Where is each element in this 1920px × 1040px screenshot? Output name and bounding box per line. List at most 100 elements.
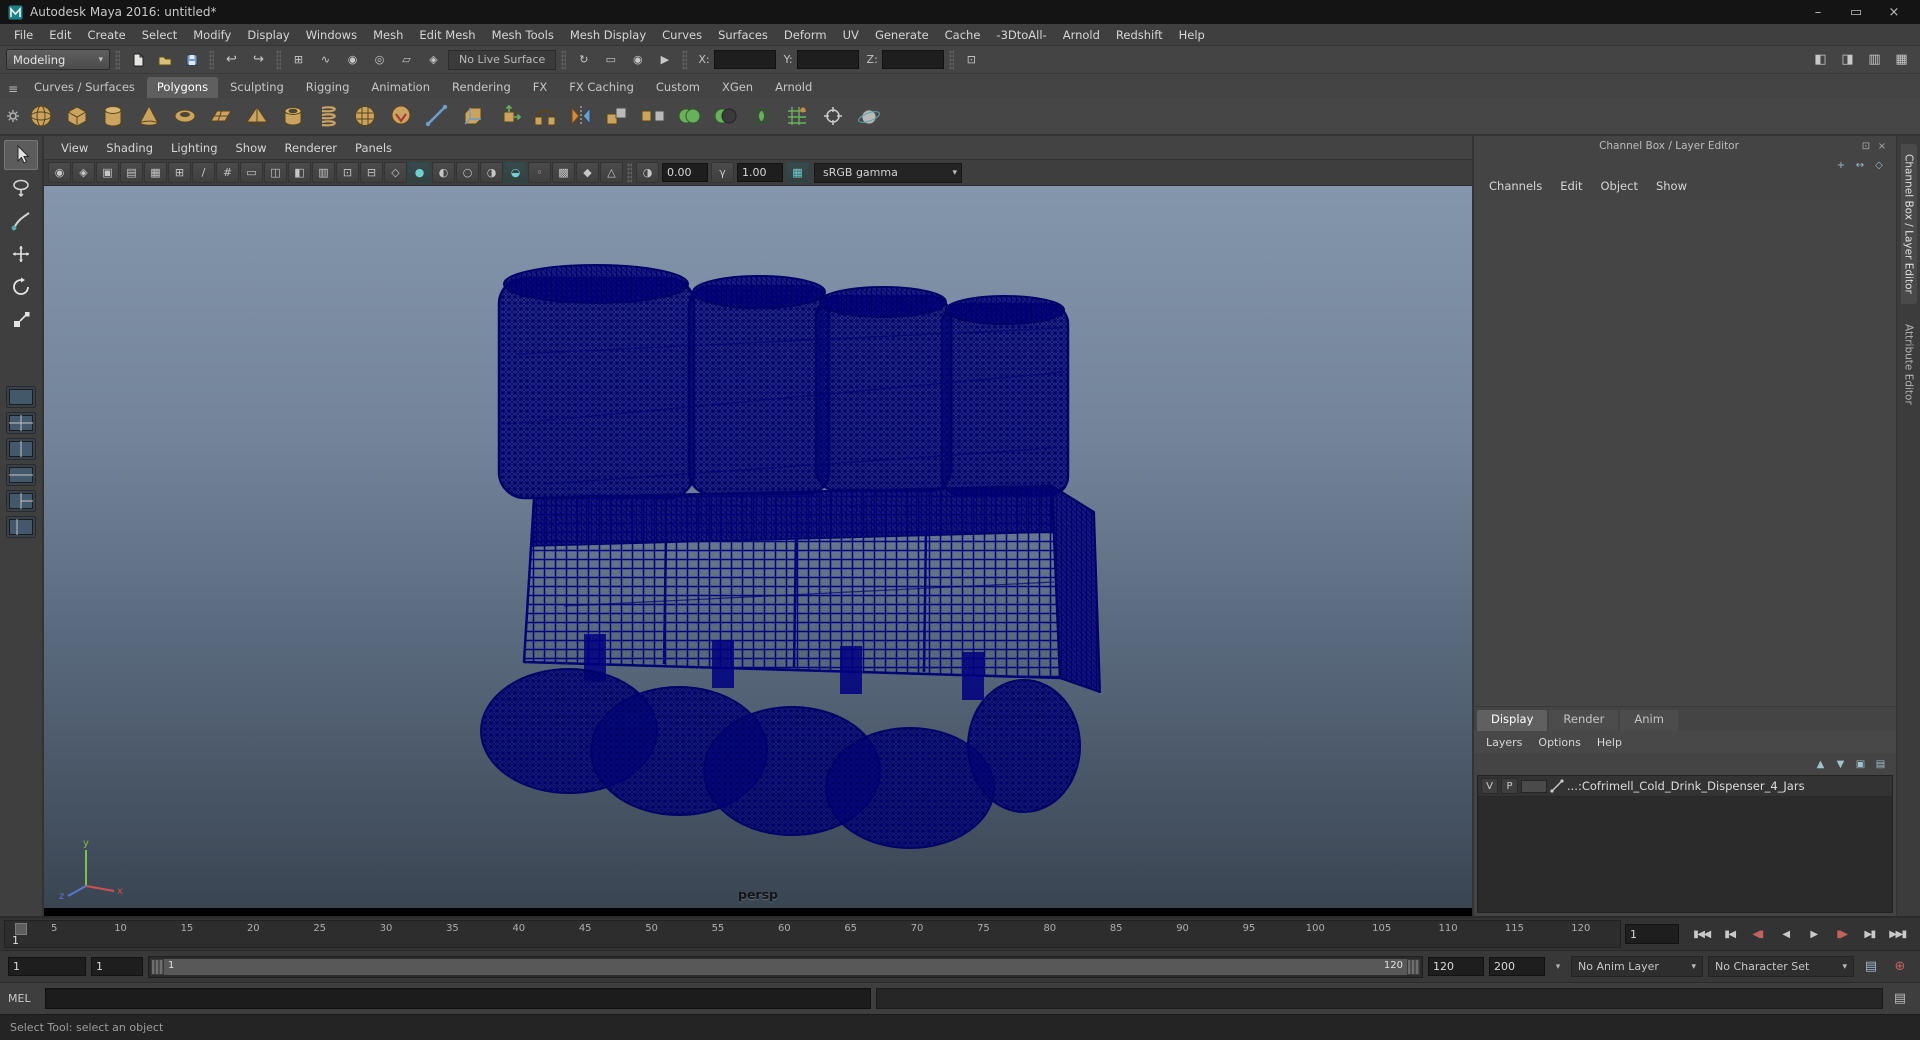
character-set-icon[interactable]: ⊕	[1888, 956, 1912, 978]
make-live-button[interactable]: ◈	[421, 49, 446, 71]
snap-to-point-button[interactable]: ◉	[340, 49, 365, 71]
boolean-difference-button[interactable]	[708, 99, 742, 133]
safe-title-icon[interactable]: ⊟	[360, 162, 383, 183]
toggle-channel-box-button[interactable]: ▦	[1889, 49, 1914, 71]
layer-editor-menu-item[interactable]: Options	[1530, 736, 1588, 749]
menubar-item[interactable]: Display	[239, 28, 297, 42]
layout-single-pane-button[interactable]	[6, 386, 36, 408]
field-chart-icon[interactable]: ▥	[312, 162, 335, 183]
command-input[interactable]	[45, 988, 871, 1009]
layer-list[interactable]: V P ...:Cofrimell_Cold_Drink_Dispenser_4…	[1477, 775, 1893, 913]
x-coordinate-field[interactable]	[713, 50, 776, 69]
poly-cone-button[interactable]	[132, 99, 166, 133]
poly-plane-button[interactable]	[204, 99, 238, 133]
new-layer-from-selected-icon[interactable]: ▤	[1873, 759, 1888, 770]
textured-mode-icon[interactable]: ◐	[432, 162, 455, 183]
move-tool-button[interactable]	[4, 239, 38, 269]
smooth-shade-icon[interactable]: ●	[408, 162, 431, 183]
gamma-field[interactable]	[737, 163, 783, 182]
range-bar[interactable]	[151, 958, 1420, 975]
isolate-select-icon[interactable]: △	[600, 162, 623, 183]
quick-render-button[interactable]: ◉	[625, 49, 650, 71]
menubar-item[interactable]: Mesh Display	[562, 28, 654, 42]
shadows-icon[interactable]: ◑	[480, 162, 503, 183]
redo-button[interactable]: ↪	[246, 49, 271, 71]
wireframe-mode-icon[interactable]: ◇	[384, 162, 407, 183]
panel-menu-item[interactable]: Renderer	[276, 141, 347, 155]
shelf-tab-polygons[interactable]: Polygons	[146, 77, 219, 98]
play-backwards-button[interactable]: ◀	[1773, 929, 1798, 940]
step-forward-frame-button[interactable]: ▶▮	[1857, 929, 1882, 940]
shelf-editor-gear-icon[interactable]	[4, 107, 22, 125]
menubar-item[interactable]: Deform	[776, 28, 835, 42]
current-frame-field[interactable]	[1625, 924, 1679, 944]
ipr-render-button[interactable]: ▶	[652, 49, 677, 71]
tab-anim-layers[interactable]: Anim	[1620, 710, 1678, 731]
tab-render-layers[interactable]: Render	[1549, 710, 1619, 731]
layer-name[interactable]: ...:Cofrimell_Cold_Drink_Dispenser_4_Jar…	[1567, 779, 1805, 793]
poly-cylinder-button[interactable]	[96, 99, 130, 133]
range-preset-chevron-icon[interactable]: ▾	[1550, 957, 1566, 977]
select-camera-icon[interactable]: ◉	[48, 162, 71, 183]
channel-box-menu-item[interactable]: Channels	[1480, 179, 1551, 193]
view-transform-dropdown[interactable]: sRGB gamma ▾	[814, 162, 962, 183]
menubar-item[interactable]: Create	[80, 28, 134, 42]
menubar-item[interactable]: Edit	[41, 28, 79, 42]
exposure-icon[interactable]: ◑	[636, 162, 659, 183]
poly-pipe-button[interactable]	[276, 99, 310, 133]
mirror-button[interactable]	[564, 99, 598, 133]
save-scene-button[interactable]	[179, 49, 204, 71]
shelf-tab-animation[interactable]: Animation	[361, 77, 440, 98]
toolbar-separator[interactable]	[682, 49, 688, 70]
poly-pyramid-button[interactable]	[240, 99, 274, 133]
construction-history-button[interactable]: ↻	[571, 49, 596, 71]
poly-cube-button[interactable]	[60, 99, 94, 133]
command-language-toggle[interactable]: MEL	[8, 992, 40, 1005]
grease-pencil-icon[interactable]: /	[192, 162, 215, 183]
menubar-item[interactable]: Surfaces	[710, 28, 776, 42]
menubar-item[interactable]: Generate	[867, 28, 937, 42]
playback-end-field[interactable]	[1428, 957, 1484, 976]
smooth-button[interactable]	[348, 99, 382, 133]
toggle-tool-settings-button[interactable]: ▥	[1862, 49, 1887, 71]
channel-box-menu-item[interactable]: Edit	[1551, 179, 1591, 193]
lock-camera-icon[interactable]: ◈	[72, 162, 95, 183]
sidebar-tab-channel-box[interactable]: Channel Box / Layer Editor	[1900, 144, 1917, 304]
live-surface-field[interactable]: No Live Surface	[448, 49, 557, 70]
camera-attributes-icon[interactable]: ▣	[96, 162, 119, 183]
toggle-modeling-toolkit-button[interactable]: ◧	[1808, 49, 1833, 71]
go-to-end-button[interactable]: ▶▶▮	[1885, 929, 1910, 940]
snap-to-view-plane-button[interactable]: ▱	[394, 49, 419, 71]
character-set-selector[interactable]: No Character Set ▾	[1708, 956, 1854, 977]
script-editor-icon[interactable]: ▤	[1888, 988, 1912, 1010]
toolbar-separator[interactable]	[276, 49, 281, 70]
target-weld-button[interactable]	[816, 99, 850, 133]
select-tool-button[interactable]	[4, 140, 38, 170]
shelf-tab-custom[interactable]: Custom	[646, 77, 710, 98]
move-layer-up-icon[interactable]: ▲	[1813, 759, 1828, 770]
selection-mask-button[interactable]: ⊡	[959, 49, 984, 71]
channel-box-empty-area[interactable]	[1474, 198, 1896, 706]
y-coordinate-field[interactable]	[796, 50, 859, 69]
animation-start-field[interactable]	[8, 957, 86, 976]
gamma-icon[interactable]: γ	[711, 162, 734, 183]
command-output[interactable]	[875, 988, 1883, 1009]
shelf-menu-icon[interactable]: ≡	[4, 80, 22, 98]
combine-button[interactable]	[600, 99, 634, 133]
menubar-item[interactable]: Select	[134, 28, 185, 42]
poly-helix-button[interactable]	[312, 99, 346, 133]
range-start-handle[interactable]	[151, 958, 164, 975]
scale-tool-button[interactable]	[4, 305, 38, 335]
open-scene-button[interactable]	[152, 49, 177, 71]
motion-blur-icon[interactable]: ◦	[528, 162, 551, 183]
step-back-frame-button[interactable]: ▮◀	[1717, 929, 1742, 940]
shelf-tab-fx[interactable]: FX	[523, 77, 558, 98]
timeline-ruler[interactable]: 5 10 15 20 25 30 35 40 45 50 55 60 65 70 75 80 85 90 95 100…	[4, 920, 1621, 948]
ambient-occlusion-icon[interactable]: ◒	[504, 162, 527, 183]
new-scene-button[interactable]	[125, 49, 150, 71]
layout-four-pane-button[interactable]	[6, 412, 36, 434]
menubar-item[interactable]: Cache	[937, 28, 989, 42]
channel-hyperbolic-icon[interactable]: ◇	[1872, 160, 1886, 171]
menubar-item[interactable]: Help	[1171, 28, 1213, 42]
toolbar-separator[interactable]	[561, 49, 567, 70]
